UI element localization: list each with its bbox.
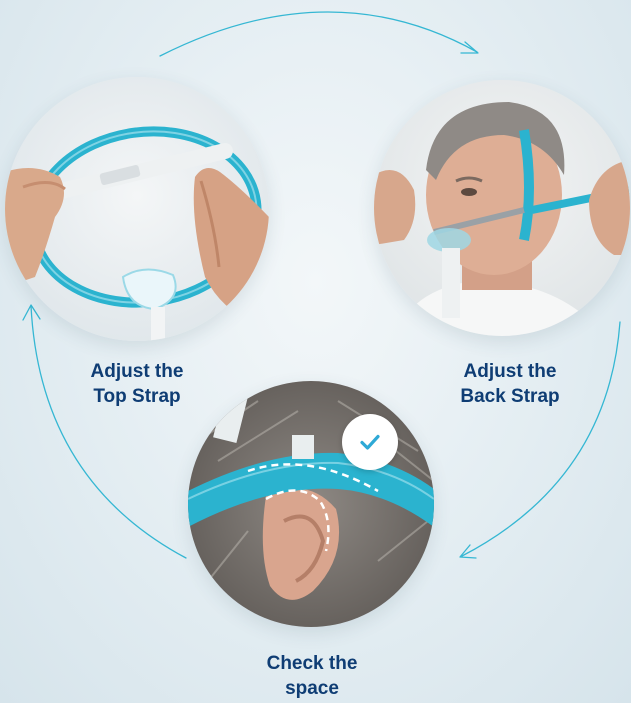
arrow-top-head-icon (460, 41, 479, 54)
step-label-line: Back Strap (460, 386, 560, 407)
photo-check-the-space (188, 381, 434, 627)
step-label-adjust-back-strap: Adjust the Back Strap (430, 359, 590, 409)
arrow-left-head-icon (22, 304, 41, 321)
step-label-line: Adjust the (463, 361, 557, 382)
photo-adjust-top-strap (5, 77, 269, 341)
arrow-left-icon (30, 305, 187, 559)
step-label-check-the-space: Check the space (232, 651, 392, 701)
step-label-line: space (285, 678, 339, 699)
photo-adjust-back-strap (374, 80, 630, 336)
arrow-top-icon (159, 11, 478, 57)
step-label-line: Check the (266, 653, 358, 674)
check-badge (342, 414, 398, 470)
step-label-line: Adjust the (90, 361, 184, 382)
check-icon (360, 434, 380, 450)
step-label-adjust-top-strap: Adjust the Top Strap (57, 359, 217, 409)
step-label-line: Top Strap (93, 386, 181, 407)
arrow-right-icon (461, 321, 621, 557)
fitting-steps-cycle: Adjust the Top Strap Adjust the Back Str… (0, 0, 631, 703)
arrow-right-head-icon (459, 544, 477, 559)
